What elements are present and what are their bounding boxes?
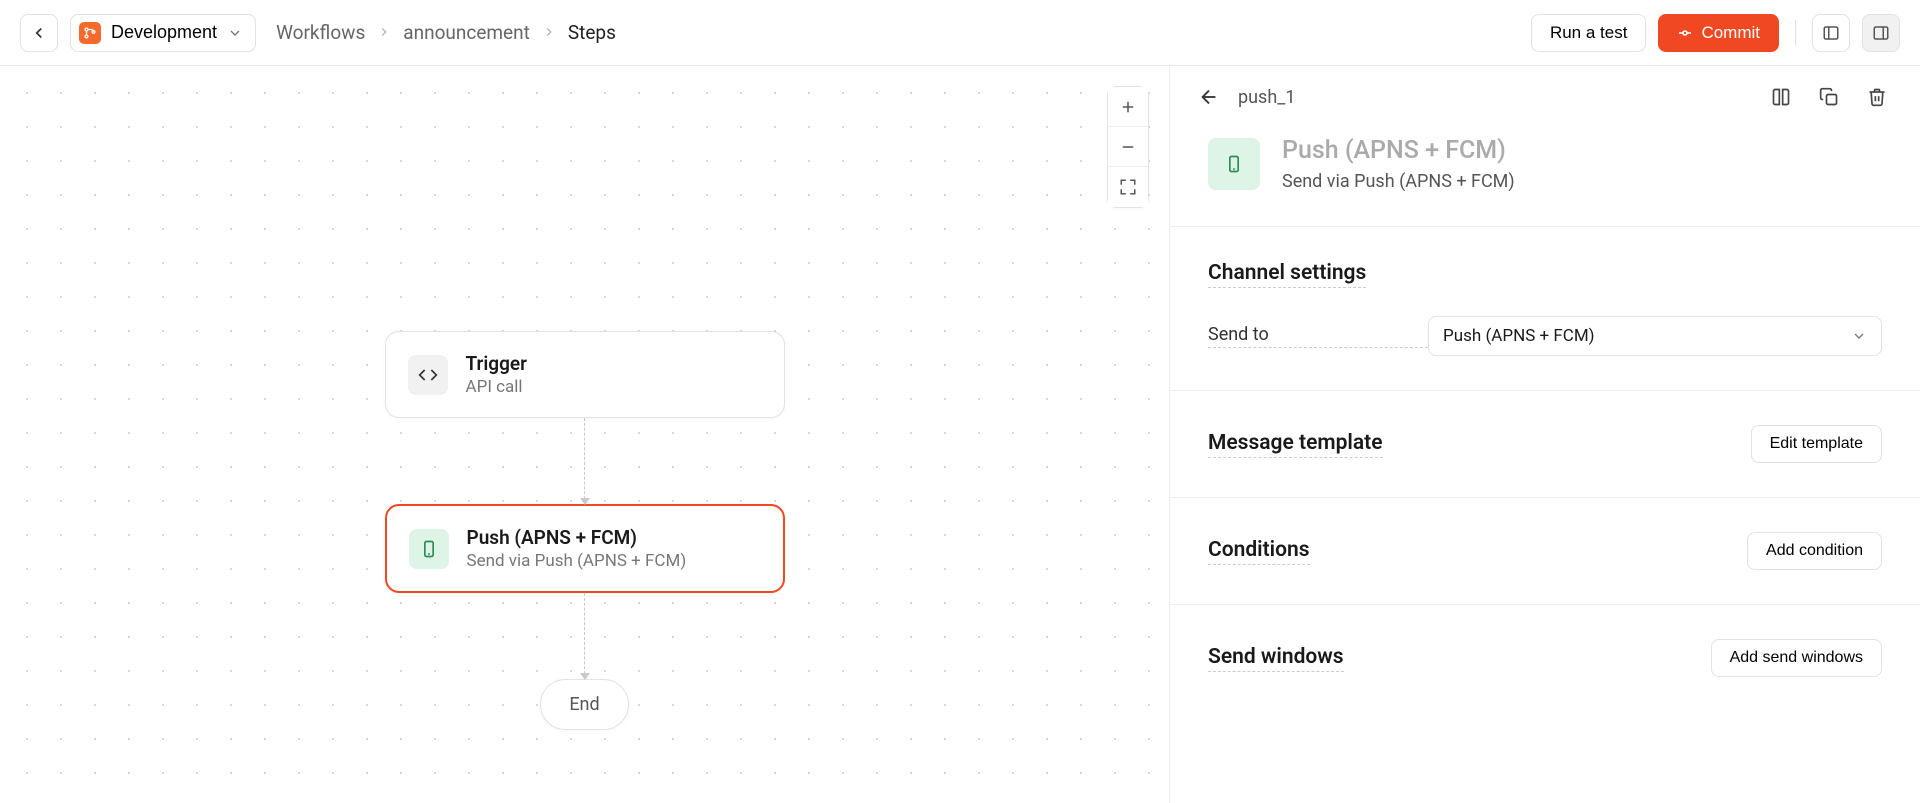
panel-title-block: Push (APNS + FCM) Send via Push (APNS + … xyxy=(1170,112,1920,227)
commit-icon xyxy=(1677,25,1693,41)
trigger-title: Trigger xyxy=(466,352,527,375)
code-icon xyxy=(408,355,448,395)
send-to-value: Push (APNS + FCM) xyxy=(1443,326,1851,346)
edge xyxy=(584,418,585,504)
panel-header: push_1 xyxy=(1170,66,1920,112)
zoom-out-button[interactable] xyxy=(1108,127,1148,167)
add-send-windows-label: Add send windows xyxy=(1730,649,1863,667)
step-id: push_1 xyxy=(1238,87,1295,108)
breadcrumb-workflows[interactable]: Workflows xyxy=(276,21,365,44)
book-icon xyxy=(1771,87,1791,107)
delete-button[interactable] xyxy=(1862,82,1892,112)
conditions-heading: Conditions xyxy=(1208,538,1310,565)
send-to-label: Send to xyxy=(1208,324,1428,348)
panel-title: Push (APNS + FCM) xyxy=(1282,136,1515,165)
end-node[interactable]: End xyxy=(540,679,628,730)
message-template-section: Message template Edit template xyxy=(1170,391,1920,498)
minus-icon xyxy=(1119,138,1137,156)
run-test-label: Run a test xyxy=(1550,23,1628,43)
expand-icon xyxy=(1119,178,1137,196)
edit-template-label: Edit template xyxy=(1770,435,1863,453)
push-subtitle: Send via Push (APNS + FCM) xyxy=(467,551,687,571)
chevron-right-icon xyxy=(542,21,556,44)
chevron-down-icon xyxy=(227,25,243,41)
send-windows-heading: Send windows xyxy=(1208,645,1344,672)
arrow-left-icon xyxy=(1198,86,1220,108)
chevron-left-icon xyxy=(30,24,48,42)
add-condition-label: Add condition xyxy=(1766,542,1863,560)
copy-icon xyxy=(1819,87,1839,107)
zoom-controls xyxy=(1107,86,1149,208)
chevron-down-icon xyxy=(1851,328,1867,344)
environment-label: Development xyxy=(111,22,217,43)
environment-selector[interactable]: Development xyxy=(70,14,256,52)
run-test-button[interactable]: Run a test xyxy=(1531,14,1647,52)
panel-right-icon xyxy=(1872,24,1890,42)
breadcrumb-announcement[interactable]: announcement xyxy=(403,21,530,44)
duplicate-button[interactable] xyxy=(1814,82,1844,112)
chevron-right-icon xyxy=(377,21,391,44)
node-column: Trigger API call Push (APNS + FCM) Send … xyxy=(385,331,785,730)
message-template-heading: Message template xyxy=(1208,431,1383,458)
left-panel-toggle[interactable] xyxy=(1812,14,1850,52)
trash-icon xyxy=(1867,87,1887,107)
channel-settings-heading: Channel settings xyxy=(1208,261,1366,288)
divider xyxy=(1795,20,1796,46)
back-button[interactable] xyxy=(20,14,58,52)
send-windows-section: Send windows Add send windows xyxy=(1170,605,1920,711)
commit-label: Commit xyxy=(1701,23,1760,43)
send-to-select[interactable]: Push (APNS + FCM) xyxy=(1428,316,1882,356)
panel-left-icon xyxy=(1822,24,1840,42)
breadcrumb: Workflows announcement Steps xyxy=(276,21,616,44)
push-node[interactable]: Push (APNS + FCM) Send via Push (APNS + … xyxy=(385,504,785,593)
conditions-section: Conditions Add condition xyxy=(1170,498,1920,605)
workflow-canvas[interactable]: Trigger API call Push (APNS + FCM) Send … xyxy=(0,66,1170,803)
trigger-node[interactable]: Trigger API call xyxy=(385,331,785,418)
add-condition-button[interactable]: Add condition xyxy=(1747,532,1882,570)
panel-subtitle: Send via Push (APNS + FCM) xyxy=(1282,171,1515,192)
edge xyxy=(584,593,585,679)
edit-template-button[interactable]: Edit template xyxy=(1751,425,1882,463)
top-bar: Development Workflows announcement Steps… xyxy=(0,0,1920,66)
trigger-subtitle: API call xyxy=(466,377,527,397)
add-send-windows-button[interactable]: Add send windows xyxy=(1711,639,1882,677)
fit-view-button[interactable] xyxy=(1108,167,1148,207)
branch-icon xyxy=(79,22,101,44)
push-title: Push (APNS + FCM) xyxy=(467,526,687,549)
details-panel: push_1 Push (APNS + FCM) Send via P xyxy=(1170,66,1920,803)
send-to-row: Send to Push (APNS + FCM) xyxy=(1208,316,1882,356)
phone-icon xyxy=(409,529,449,569)
panel-back-button[interactable] xyxy=(1198,86,1220,108)
commit-button[interactable]: Commit xyxy=(1658,14,1779,52)
panel-actions xyxy=(1766,82,1892,112)
main-area: Trigger API call Push (APNS + FCM) Send … xyxy=(0,66,1920,803)
right-panel-toggle[interactable] xyxy=(1862,14,1900,52)
docs-button[interactable] xyxy=(1766,82,1796,112)
zoom-in-button[interactable] xyxy=(1108,87,1148,127)
breadcrumb-steps[interactable]: Steps xyxy=(568,21,616,44)
channel-settings-section: Channel settings Send to Push (APNS + FC… xyxy=(1170,227,1920,391)
plus-icon xyxy=(1119,98,1137,116)
phone-icon xyxy=(1208,138,1260,190)
